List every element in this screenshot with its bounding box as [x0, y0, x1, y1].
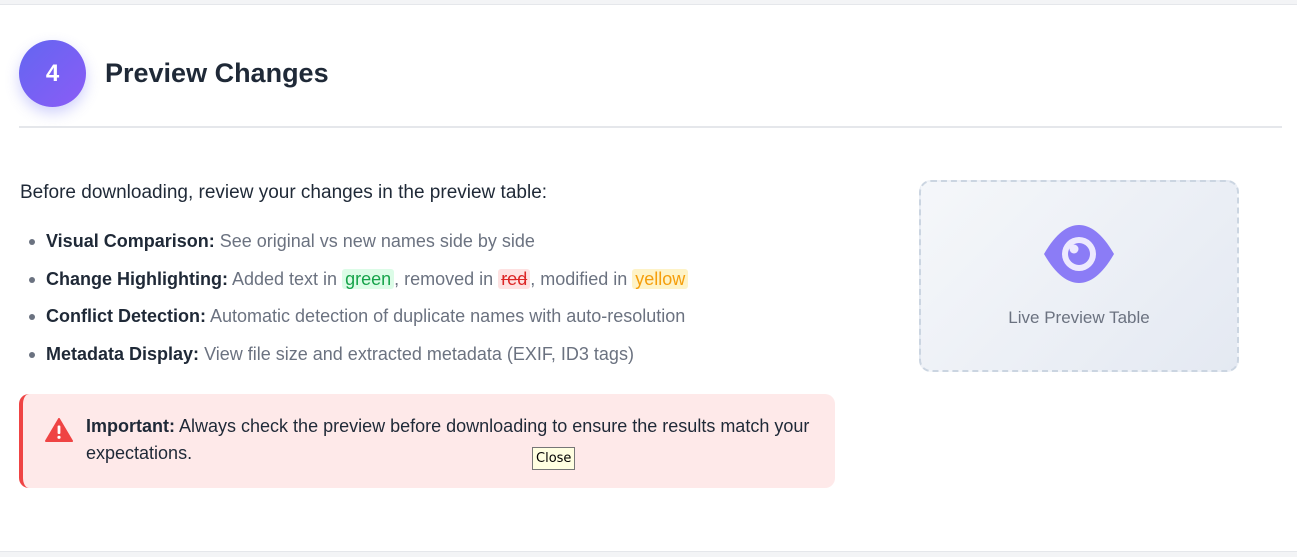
- bullet-icon: [29, 314, 35, 320]
- feature-text: , removed in: [394, 268, 494, 289]
- feature-text: View file size and extracted metadata (E…: [204, 343, 634, 364]
- step-number-badge: 4: [19, 40, 86, 107]
- feature-text: , modified in: [530, 268, 628, 289]
- step-title: Preview Changes: [105, 58, 329, 88]
- important-alert: Important: Always check the preview befo…: [19, 394, 835, 488]
- bullet-icon: [29, 351, 35, 358]
- feature-list: Visual Comparison: See original vs new n…: [26, 228, 846, 378]
- feature-label: Change Highlighting:: [46, 268, 228, 289]
- feature-text: See original vs new names side by side: [219, 231, 535, 251]
- feature-item-change-highlighting: Change Highlighting: Added text in green…: [26, 266, 846, 304]
- alert-label: Important:: [86, 416, 175, 436]
- close-tooltip: Close: [532, 447, 576, 470]
- bullet-icon: [29, 276, 35, 283]
- feature-item-conflict-detection: Conflict Detection: Automatic detection …: [26, 303, 846, 341]
- preview-label: Live Preview Table: [1008, 308, 1150, 327]
- feature-label: Conflict Detection:: [46, 306, 206, 326]
- intro-text: Before downloading, review your changes …: [20, 182, 548, 203]
- red-highlight-sample: red: [498, 268, 531, 289]
- feature-item-visual-comparison: Visual Comparison: See original vs new n…: [26, 228, 846, 266]
- live-preview-placeholder[interactable]: Live Preview Table: [919, 180, 1239, 372]
- feature-item-metadata-display: Metadata Display: View file size and ext…: [26, 341, 846, 379]
- green-highlight-sample: green: [342, 268, 395, 289]
- yellow-highlight-sample: yellow: [632, 268, 689, 289]
- eye-icon: [1042, 224, 1116, 284]
- feature-text: Automatic detection of duplicate names w…: [210, 306, 686, 326]
- alert-text: Always check the preview before download…: [86, 416, 810, 463]
- feature-label: Metadata Display:: [46, 343, 200, 364]
- alert-message: Important: Always check the preview befo…: [86, 413, 826, 467]
- feature-text: Added text in: [231, 268, 338, 289]
- bullet-icon: [29, 239, 35, 245]
- warning-icon: [45, 418, 73, 442]
- feature-label: Visual Comparison:: [46, 231, 215, 251]
- step-header: 4 Preview Changes: [19, 40, 1282, 128]
